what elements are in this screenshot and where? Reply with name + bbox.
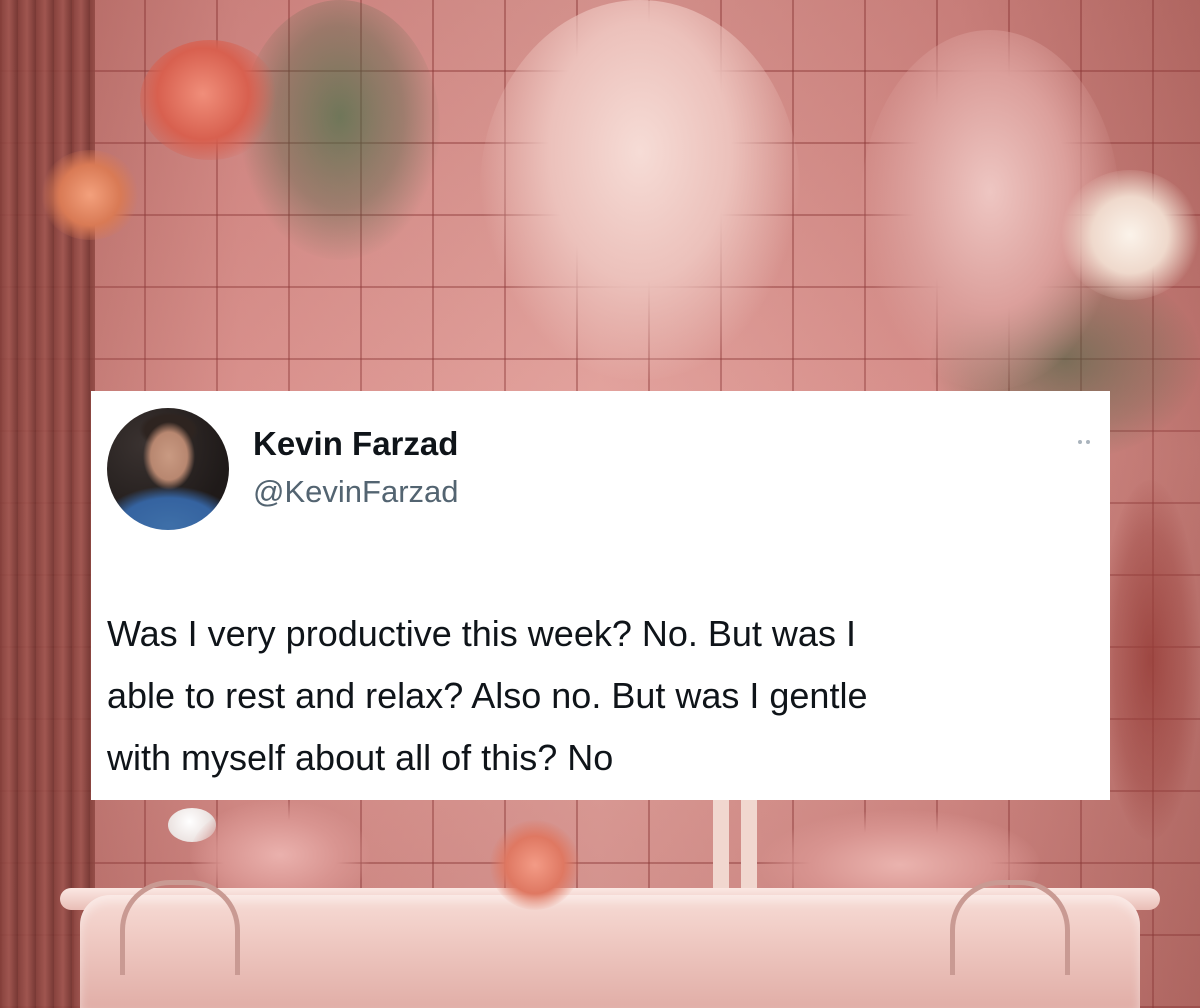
statue — [705, 800, 765, 900]
avatar[interactable] — [107, 408, 229, 530]
flower-cluster — [140, 40, 280, 160]
tweet-text-line: with myself about all of this? No — [107, 737, 614, 778]
flower-cluster — [490, 820, 580, 910]
faucet — [950, 880, 1070, 975]
dot — [1086, 440, 1090, 444]
dot — [1078, 440, 1082, 444]
user-handle[interactable]: @KevinFarzad — [253, 474, 459, 510]
display-name[interactable]: Kevin Farzad — [253, 425, 458, 463]
tweet-text-line: able to rest and relax? Also no. But was… — [107, 675, 868, 716]
more-options-icon[interactable] — [1078, 438, 1102, 446]
faucet — [120, 880, 240, 975]
tweet-text-line: Was I very productive this week? No. But… — [107, 613, 856, 654]
flower-cluster — [1060, 170, 1200, 300]
tweet-text: Was I very productive this week? No. But… — [107, 603, 1097, 789]
flower-cluster — [480, 0, 800, 380]
flower-cluster — [1100, 480, 1200, 840]
flower-cluster — [40, 150, 140, 240]
